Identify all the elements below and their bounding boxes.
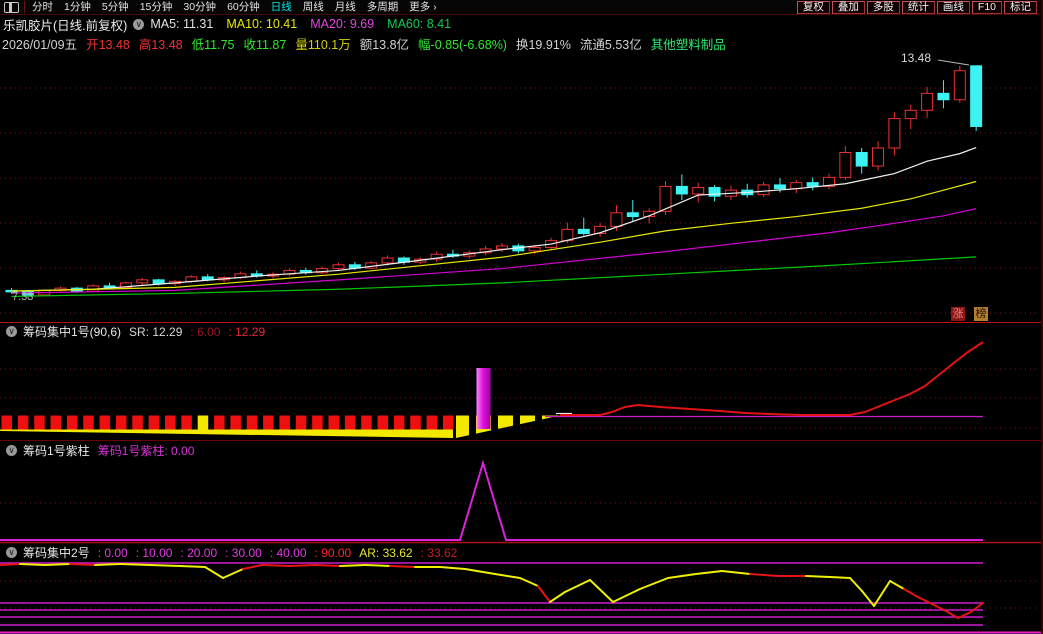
chart-area[interactable]: [0, 0, 1043, 634]
quote-item-4: 低11.75: [192, 34, 235, 53]
panel3-value-8: : 33.62: [421, 546, 458, 560]
menu-item-3[interactable]: 5分钟: [102, 1, 129, 14]
panel3-indicator: [0, 563, 983, 625]
menu-item-6[interactable]: 60分钟: [227, 1, 260, 14]
sr-line: [560, 342, 983, 415]
menu-separator: [24, 1, 25, 13]
quote-values: 2026/01/09五开13.48 高13.48 低11.75 收11.87 量110.…: [2, 34, 726, 53]
stock-title: 乐凯胶片(日线.前复权): [3, 15, 127, 34]
panel1-header: ∨ 筹码集中1号(90,6) SR: 12.29 : 6.00 : 12.29: [0, 323, 1041, 340]
panel2-title: 筹码1号紫柱: [23, 442, 90, 459]
toolbar-button-3[interactable]: 多股: [867, 1, 900, 14]
quote-item-9: 换19.91%: [516, 34, 571, 53]
panel3-chevron-icon[interactable]: ∨: [6, 547, 17, 558]
menu-item-2[interactable]: 1分钟: [64, 1, 91, 14]
period-menu-items: 分时 1分钟 5分钟 15分钟 30分钟 60分钟日线周线月线多周期更多 ›: [32, 1, 437, 14]
panel3-value-7: AR: 33.62: [359, 546, 412, 560]
chevron-down-icon[interactable]: ∨: [133, 19, 144, 30]
panel2-chevron-icon[interactable]: ∨: [6, 445, 17, 456]
toolbar-buttons: 复权叠加多股统计画线F10标记: [797, 0, 1037, 14]
panel1-values: SR: 12.29 : 6.00 : 12.29: [129, 325, 265, 339]
ma-value-4: MA60: 8.41: [387, 17, 451, 31]
window-layout-icon[interactable]: [4, 2, 19, 13]
toolbar-button-6[interactable]: F10: [972, 1, 1002, 14]
panel3-value-6: : 90.00: [315, 546, 352, 560]
panel3-header: ∨ 筹码集中2号 : 0.00 : 10.00 : 20.00 : 30.00 : 40…: [0, 544, 1041, 561]
quote-item-8: 幅-0.85(-6.68%): [418, 34, 507, 53]
menu-item-1[interactable]: 分时: [32, 1, 53, 14]
menu-item-4[interactable]: 15分钟: [140, 1, 173, 14]
panel1-value-3: : 12.29: [228, 325, 265, 339]
ma-value-2: MA10: 10.41: [226, 17, 297, 31]
panel1-indicator: [0, 342, 983, 439]
panel2-value-1: 筹码1号紫柱: 0.00: [98, 442, 195, 459]
toolbar-button-1[interactable]: 复权: [797, 1, 830, 14]
panel3-value-5: : 40.00: [270, 546, 307, 560]
purple-spike-line: [0, 463, 983, 540]
stock-info-row: 乐凯胶片(日线.前复权) ∨ MA5: 11.31 MA10: 10.41 MA20…: [0, 15, 1041, 33]
panel3-value-1: : 0.00: [98, 546, 128, 560]
toolbar-button-2[interactable]: 叠加: [832, 1, 865, 14]
panel3-value-3: : 20.00: [180, 546, 217, 560]
panel1-value-1: SR: 12.29: [129, 325, 182, 339]
ma-value-3: MA20: 9.69: [310, 17, 374, 31]
low-price-label: 7.33: [12, 291, 33, 303]
panel3-value-4: : 30.00: [225, 546, 262, 560]
quote-item-5: 收11.87: [243, 34, 286, 53]
high-label-pointer: [938, 60, 969, 65]
panel3-values: : 0.00 : 10.00 : 20.00 : 30.00 : 40.00 : 90.0…: [98, 546, 458, 560]
rank-badge-button[interactable]: 榜: [974, 307, 988, 321]
rise-badge-button[interactable]: 涨: [951, 307, 965, 321]
quote-item-10: 流通5.53亿: [580, 34, 642, 53]
purple-column-bar: [477, 368, 491, 429]
quote-item-11: 其他塑料制品: [651, 34, 726, 53]
quote-item-3: 高13.48: [139, 34, 183, 53]
menu-item-8[interactable]: 周线: [303, 1, 324, 14]
panel2-indicator: [0, 463, 983, 540]
period-menubar: 分时 1分钟 5分钟 15分钟 30分钟 60分钟日线周线月线多周期更多 › 复权叠加多股…: [0, 0, 1041, 15]
high-price-label: 13.48: [901, 51, 931, 65]
quote-item-2: 开13.48: [86, 34, 130, 53]
menu-item-7[interactable]: 日线: [271, 1, 292, 14]
ma-values: MA5: 11.31 MA10: 10.41 MA20: 9.69 MA60: 8.4…: [150, 17, 451, 31]
ma-lines: [12, 148, 977, 297]
panel2-header: ∨ 筹码1号紫柱 筹码1号紫柱: 0.00: [0, 442, 1041, 459]
panel2-values: 筹码1号紫柱: 0.00: [98, 442, 195, 459]
toolbar-button-5[interactable]: 画线: [937, 1, 970, 14]
quote-item-6: 量110.1万: [295, 34, 350, 53]
panel1-value-2: : 6.00: [190, 325, 220, 339]
quote-row: 2026/01/09五开13.48 高13.48 低11.75 收11.87 量110.…: [0, 34, 1041, 52]
panel1-chevron-icon[interactable]: ∨: [6, 326, 17, 337]
panel3-title: 筹码集中2号: [23, 544, 90, 561]
toolbar-button-4[interactable]: 统计: [902, 1, 935, 14]
candlestick-series: [6, 66, 982, 298]
menu-item-9[interactable]: 月线: [335, 1, 356, 14]
ma-value-1: MA5: 11.31: [150, 17, 213, 31]
toolbar-button-7[interactable]: 标记: [1004, 1, 1037, 14]
trading-app-window: 分时 1分钟 5分钟 15分钟 30分钟 60分钟日线周线月线多周期更多 › 复权叠加多股…: [0, 0, 1043, 634]
menu-item-5[interactable]: 30分钟: [183, 1, 216, 14]
quote-item-7: 额13.8亿: [360, 34, 409, 53]
menu-item-more[interactable]: 更多 ›: [409, 1, 436, 14]
menu-item-10[interactable]: 多周期: [367, 1, 399, 14]
panel1-title: 筹码集中1号(90,6): [23, 323, 121, 340]
panel3-value-2: : 10.00: [136, 546, 173, 560]
quote-item-1: 2026/01/09五: [2, 34, 77, 53]
